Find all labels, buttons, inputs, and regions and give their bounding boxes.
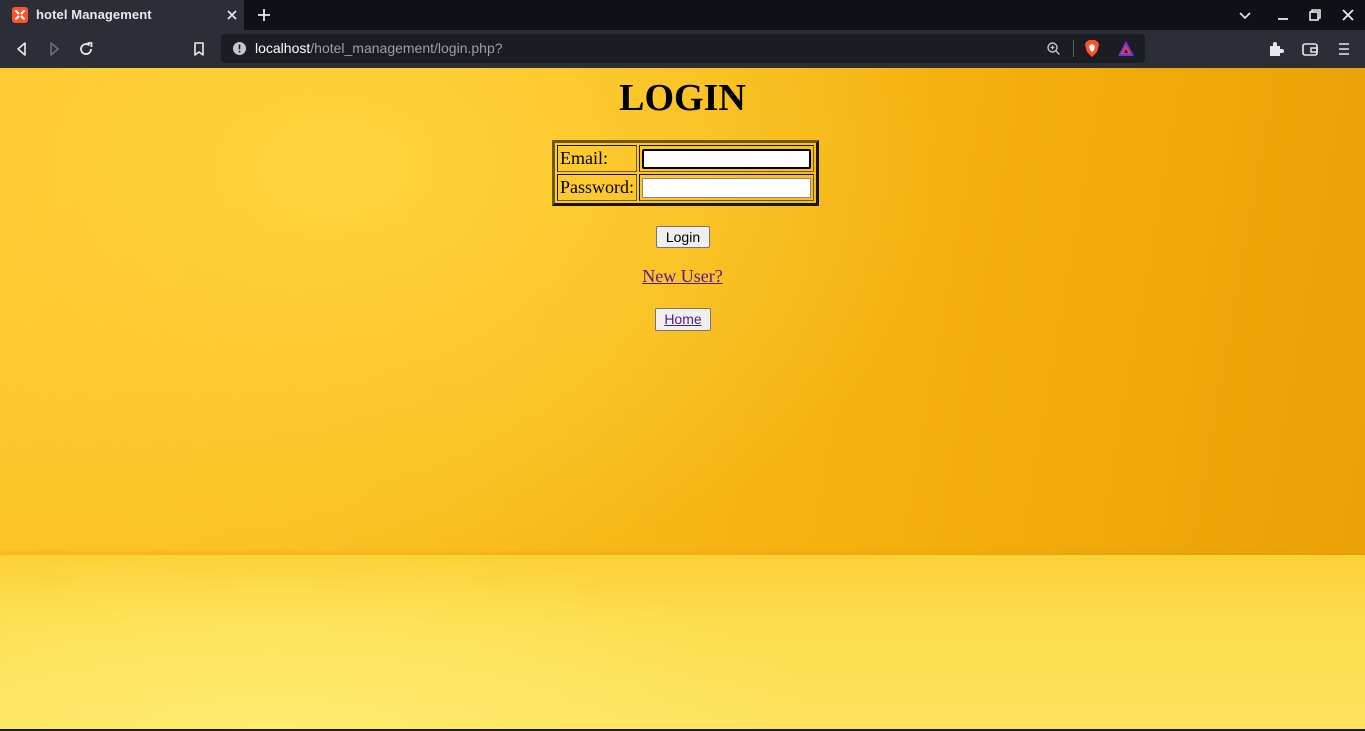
bookmark-icon[interactable]: [189, 39, 209, 59]
browser-tab-bar: hotel Management: [0, 0, 1365, 30]
wallet-icon[interactable]: [1300, 39, 1320, 59]
text-caret: [642, 152, 643, 166]
page-title: LOGIN: [619, 77, 746, 119]
brave-rewards-icon[interactable]: [1117, 40, 1135, 57]
email-cell: [639, 145, 815, 172]
tab-search-chevron-icon[interactable]: [1237, 7, 1253, 23]
url-path: /hotel_management/login.php?: [310, 40, 503, 56]
password-field[interactable]: [642, 178, 812, 199]
zoom-icon[interactable]: [1046, 41, 1061, 56]
back-icon[interactable]: [12, 39, 32, 59]
address-bar[interactable]: localhost/hotel_management/login.php?: [221, 34, 1145, 63]
login-button[interactable]: Login: [656, 226, 710, 248]
minimize-icon[interactable]: [1275, 7, 1291, 23]
email-label: Email:: [557, 145, 638, 172]
close-window-icon[interactable]: [1340, 7, 1356, 23]
new-tab-icon[interactable]: [255, 6, 273, 24]
reload-icon[interactable]: [76, 39, 96, 59]
tab-title: hotel Management: [36, 7, 152, 22]
login-form-table: Email: Password:: [552, 140, 820, 206]
extensions-icon[interactable]: [1266, 39, 1286, 59]
background-floor: [0, 555, 1365, 729]
xampp-icon: [12, 7, 28, 23]
home-button[interactable]: Home: [655, 308, 711, 331]
password-label: Password:: [557, 174, 638, 201]
password-cell: [639, 174, 815, 201]
password-row: Password:: [557, 174, 815, 201]
close-tab-icon[interactable]: [224, 7, 240, 23]
url-host: localhost: [255, 40, 311, 56]
restore-icon[interactable]: [1307, 7, 1323, 23]
page-viewport: LOGIN Email: Password: Login New User? H…: [0, 68, 1365, 729]
menu-icon[interactable]: [1334, 39, 1354, 59]
forward-icon[interactable]: [44, 39, 64, 59]
new-user-link[interactable]: New User?: [642, 266, 722, 286]
address-bar-divider: [1073, 40, 1074, 57]
browser-tab[interactable]: hotel Management: [0, 0, 244, 30]
home-button-label: Home: [664, 311, 702, 327]
brave-shields-icon[interactable]: [1083, 39, 1101, 58]
email-field[interactable]: [642, 149, 812, 170]
browser-toolbar: localhost/hotel_management/login.php?: [0, 30, 1365, 68]
url-text[interactable]: localhost/hotel_management/login.php?: [255, 40, 503, 56]
site-info-icon[interactable]: [232, 41, 247, 56]
new-user-link-container: New User?: [0, 266, 1365, 287]
email-row: Email:: [557, 145, 815, 172]
